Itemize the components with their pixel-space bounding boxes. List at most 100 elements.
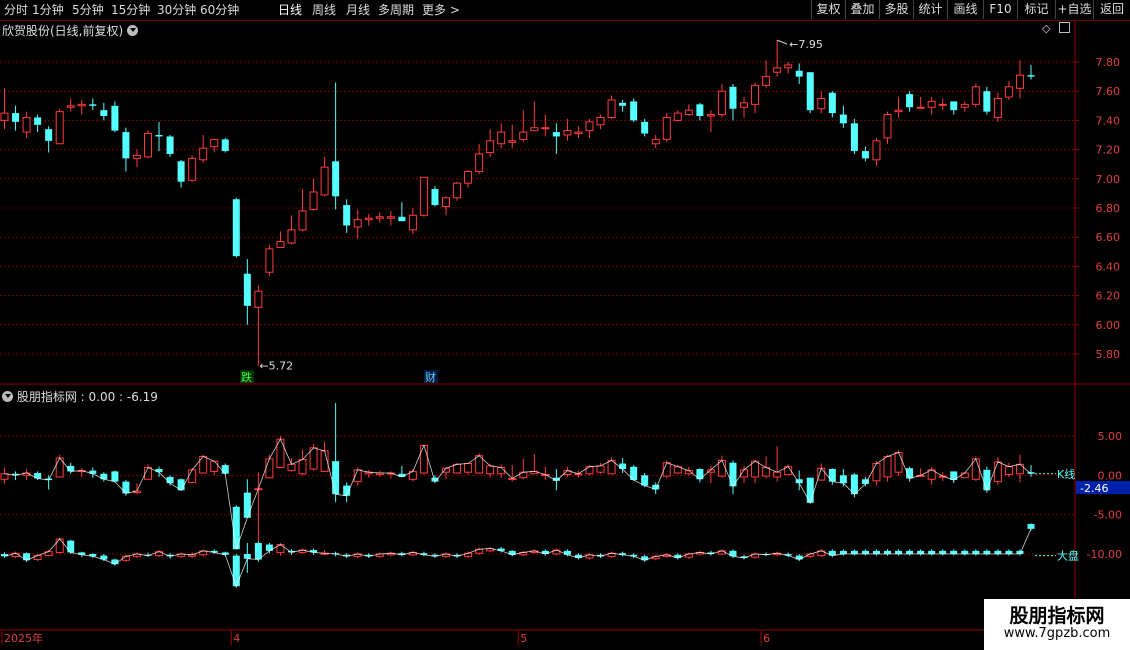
price-tick-label: 6.60 <box>1096 231 1121 244</box>
price-candle-body <box>464 171 473 184</box>
k-candle-body <box>155 469 163 473</box>
price-tick-label: 5.80 <box>1096 348 1121 361</box>
price-candle-body <box>276 241 285 248</box>
price-candle-body <box>960 103 969 108</box>
price-candle-body <box>662 116 671 140</box>
k-candle-body <box>0 473 9 480</box>
dapan-candle-body <box>1027 524 1035 529</box>
price-candle-body <box>343 205 351 226</box>
dapan-candle-body <box>254 542 262 560</box>
price-tick-label: 7.60 <box>1096 85 1121 98</box>
k-candle-body <box>585 466 594 475</box>
price-candle-body <box>210 138 219 148</box>
price-candle-body <box>641 121 649 134</box>
k-candle-body <box>960 472 969 479</box>
price-candle-body <box>828 92 836 114</box>
k-candle-body <box>993 461 1002 483</box>
dapan-candle-body <box>839 550 847 554</box>
dapan-candle-body <box>243 554 251 559</box>
k-line-label: K线 <box>1057 467 1075 481</box>
price-candle-body <box>574 131 583 135</box>
price-tick-label: 7.20 <box>1096 144 1121 157</box>
price-candle-body <box>486 140 495 154</box>
price-candle-body <box>795 70 803 77</box>
x-axis-label: 5 <box>520 632 527 645</box>
price-candle-body <box>508 140 517 143</box>
high-pointer <box>776 39 788 45</box>
price-candle-body <box>398 216 406 222</box>
price-candle-body <box>993 98 1002 118</box>
k-value-text: -2.46 <box>1080 482 1108 495</box>
price-candle-body <box>497 131 506 145</box>
dapan-candle-body <box>906 550 914 554</box>
price-candle-body <box>983 91 991 112</box>
price-candle-body <box>0 112 9 121</box>
price-tick-label: 6.20 <box>1096 290 1121 303</box>
price-candle-body <box>143 133 152 158</box>
dapan-candle-body <box>861 550 869 554</box>
price-candle-body <box>309 191 318 210</box>
dapan-candle-body <box>895 550 903 554</box>
dapan-candle-body <box>1005 550 1013 554</box>
price-candle-body <box>806 72 814 111</box>
price-candle-body <box>519 131 528 140</box>
dapan-candle-body <box>563 550 571 555</box>
price-candle-body <box>77 103 86 107</box>
dapan-candle-body <box>917 550 925 554</box>
price-candle-body <box>166 136 174 154</box>
price-candle-body <box>132 154 141 159</box>
price-candle-body <box>596 116 605 126</box>
price-candle-body <box>817 98 826 110</box>
watermark-url: www.7gpzb.com <box>1003 626 1111 641</box>
kline-chart[interactable]: 7.80 7.60 7.40 7.20 7.00 6.80 6.60 6.40 6.20 6.00… <box>0 0 1130 650</box>
price-tick-label: 6.00 <box>1096 319 1121 332</box>
price-candle-body <box>199 147 208 161</box>
price-candle-body <box>717 90 726 116</box>
price-candle-body <box>916 106 925 109</box>
indicator-tick-label: 5.00 <box>1098 430 1123 443</box>
indicator-tick-label: -10.00 <box>1087 548 1122 561</box>
price-candle-body <box>1004 86 1013 98</box>
k-candle-body <box>596 465 605 473</box>
k-candle-body <box>486 465 495 475</box>
dapan-candle-body <box>928 550 936 554</box>
k-candle-body <box>221 465 229 474</box>
price-candle-body <box>254 290 263 308</box>
k-candle-body <box>265 458 274 479</box>
price-candle-body <box>408 214 417 231</box>
price-candle-body <box>839 114 847 124</box>
price-candle-body <box>906 94 914 108</box>
dapan-candle-body <box>232 555 240 587</box>
x-axis-label: 2025年 <box>4 631 43 645</box>
dapan-candle-body <box>55 538 64 553</box>
price-candle-body <box>155 135 163 137</box>
price-candle-body <box>419 176 428 216</box>
price-candle-body <box>55 111 64 145</box>
k-candle-body <box>166 476 174 484</box>
k-candle-body <box>983 469 991 491</box>
price-candle-body <box>850 123 858 152</box>
price-candle-body <box>651 138 660 145</box>
price-candle-body <box>541 127 550 130</box>
k-candle-body <box>883 455 892 478</box>
price-candle-body <box>1027 75 1035 77</box>
dapan-line-path <box>4 528 1032 588</box>
dapan-candle-body <box>939 550 947 554</box>
k-candle-body <box>519 471 528 479</box>
price-candle-body <box>89 104 97 106</box>
dapan-candle-body <box>33 555 42 561</box>
k-candle-body <box>122 481 130 494</box>
price-candle-body <box>364 217 373 221</box>
price-candle-body <box>45 129 53 141</box>
k-candle-body <box>497 466 506 475</box>
price-candle-body <box>684 109 693 116</box>
price-candle-body <box>861 151 869 159</box>
price-candle-body <box>22 116 31 133</box>
price-candle-body <box>353 219 362 228</box>
price-candle-body <box>563 130 572 136</box>
cai-marker: 财 <box>425 370 436 384</box>
price-tick-label: 6.80 <box>1096 202 1121 215</box>
high-price-label: ←7.95 <box>789 38 823 51</box>
price-candle-body <box>298 210 307 231</box>
price-candle-body <box>100 110 108 117</box>
